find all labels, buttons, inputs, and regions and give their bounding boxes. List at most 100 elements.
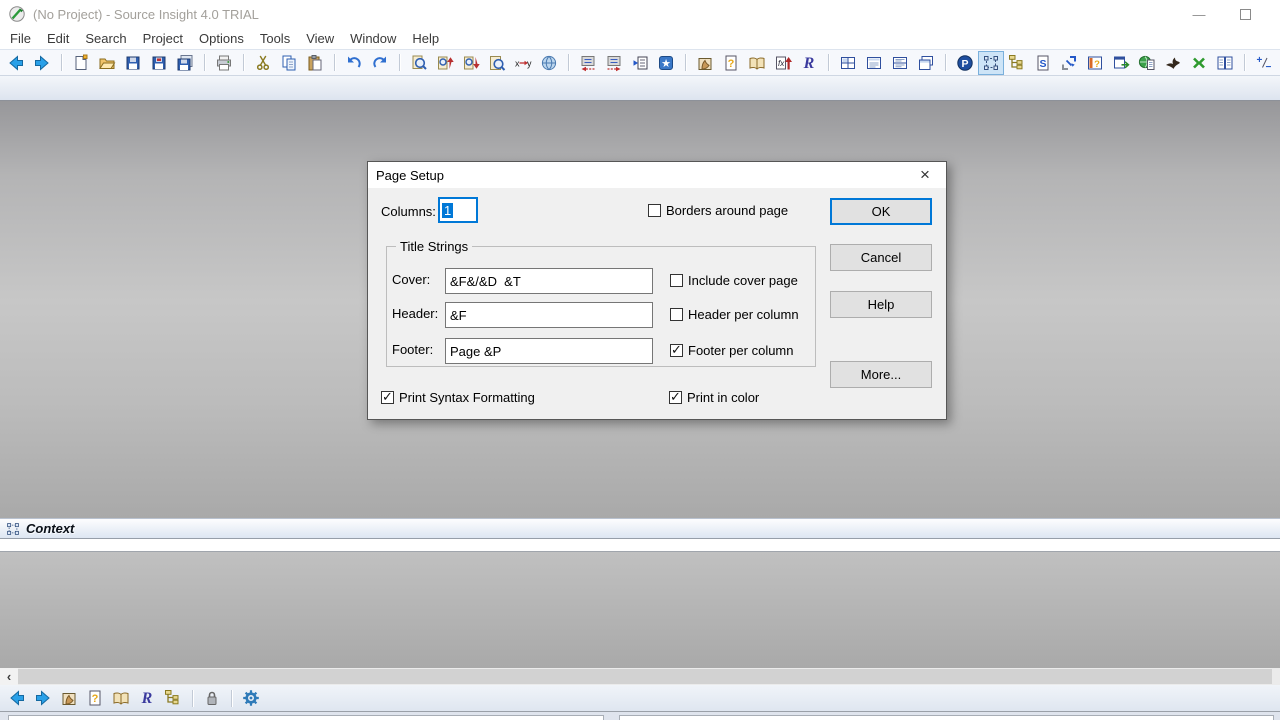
- menu-search[interactable]: Search: [77, 28, 134, 50]
- toolbar-separator: [243, 54, 244, 71]
- columns-label: Columns:: [381, 204, 436, 219]
- copy-icon[interactable]: [277, 52, 301, 74]
- toolbar-separator: [204, 54, 205, 71]
- minimize-icon[interactable]: —: [1184, 0, 1214, 28]
- columns-value: 1: [442, 203, 453, 218]
- menu-bar: FileEditSearchProjectOptionsToolsViewWin…: [0, 28, 1280, 50]
- columns-input[interactable]: 1: [438, 197, 478, 223]
- borders-around-page-checkbox[interactable]: Borders around page: [648, 203, 788, 218]
- menu-options[interactable]: Options: [191, 28, 252, 50]
- toolbar-separator: [192, 690, 193, 707]
- back-icon[interactable]: [4, 52, 28, 74]
- print-icon[interactable]: [212, 52, 236, 74]
- layout-split-icon[interactable]: [888, 52, 912, 74]
- layout-cascade-icon[interactable]: [914, 52, 938, 74]
- menu-tools[interactable]: Tools: [252, 28, 298, 50]
- function-up-icon[interactable]: fx: [771, 52, 795, 74]
- search-selection-icon[interactable]: [485, 52, 509, 74]
- select-block-icon[interactable]: [979, 52, 1003, 74]
- include-cover-page-checkbox[interactable]: Include cover page: [670, 273, 798, 288]
- help-doc-icon[interactable]: ?: [83, 687, 107, 709]
- close-icon[interactable]: ×: [904, 162, 946, 188]
- search-backward-icon[interactable]: [459, 52, 483, 74]
- new-file-icon[interactable]: [69, 52, 93, 74]
- shift-right-icon[interactable]: [602, 52, 626, 74]
- save-all-icon[interactable]: [173, 52, 197, 74]
- sync-arrows-icon[interactable]: [1187, 52, 1211, 74]
- tree-view-icon[interactable]: [1005, 52, 1029, 74]
- project-p-icon[interactable]: P: [953, 52, 977, 74]
- lock-icon[interactable]: [200, 687, 224, 709]
- checkbox-label: Print in color: [687, 390, 759, 405]
- footer-per-column-checkbox[interactable]: Footer per column: [670, 343, 794, 358]
- undo-icon[interactable]: [342, 52, 366, 74]
- forward-icon[interactable]: [30, 52, 54, 74]
- search-forward-icon[interactable]: [433, 52, 457, 74]
- shift-left-icon[interactable]: [576, 52, 600, 74]
- browse-mode-icon[interactable]: [693, 52, 717, 74]
- more-button[interactable]: More...: [830, 361, 932, 388]
- layout-grid-icon[interactable]: [836, 52, 860, 74]
- toolbar-separator: [828, 54, 829, 71]
- search-icon[interactable]: [407, 52, 431, 74]
- header-per-column-checkbox[interactable]: Header per column: [670, 307, 799, 322]
- window-switch-icon[interactable]: [1109, 52, 1133, 74]
- scroll-left-icon[interactable]: ‹: [0, 668, 18, 685]
- menu-help[interactable]: Help: [404, 28, 447, 50]
- favorites-icon[interactable]: ★: [654, 52, 678, 74]
- context-symbol-row: [0, 539, 1280, 552]
- layout-full-icon[interactable]: [862, 52, 886, 74]
- tree-view-icon[interactable]: [161, 687, 185, 709]
- help-doc-icon[interactable]: ?: [719, 52, 743, 74]
- cover-input[interactable]: &F&/&D &T: [445, 268, 653, 294]
- replace-icon[interactable]: xy: [511, 52, 535, 74]
- search-web-icon[interactable]: [537, 52, 561, 74]
- gear-icon[interactable]: [239, 687, 263, 709]
- maximize-icon[interactable]: [1230, 0, 1260, 28]
- header-input[interactable]: &F: [445, 302, 653, 328]
- back-icon[interactable]: [5, 687, 29, 709]
- ok-button[interactable]: OK: [830, 198, 932, 225]
- browse-mode-icon[interactable]: [57, 687, 81, 709]
- relation-window-icon[interactable]: R: [797, 52, 821, 74]
- menu-window[interactable]: Window: [342, 28, 404, 50]
- menu-view[interactable]: View: [298, 28, 342, 50]
- checkbox-box: [648, 204, 661, 217]
- context-panel-header[interactable]: Context: [0, 518, 1280, 539]
- cut-icon[interactable]: [251, 52, 275, 74]
- toolbar-separator: [61, 54, 62, 71]
- dialog-title-bar[interactable]: Page Setup: [368, 162, 946, 188]
- checkbox-box: [670, 344, 683, 357]
- save-as-icon[interactable]: [147, 52, 171, 74]
- print-syntax-formatting-checkbox[interactable]: Print Syntax Formatting: [381, 390, 535, 405]
- web-page-icon[interactable]: [1135, 52, 1159, 74]
- relation-window-icon[interactable]: R: [135, 687, 159, 709]
- toolbar-separator: [945, 54, 946, 71]
- scrollbar-track[interactable]: [18, 669, 1272, 684]
- svg-text:y: y: [527, 58, 532, 68]
- title-strings-legend: Title Strings: [396, 239, 472, 254]
- redo-icon[interactable]: [368, 52, 392, 74]
- cancel-button[interactable]: Cancel: [830, 244, 932, 271]
- symbol-book-icon[interactable]: [109, 687, 133, 709]
- plus-minus-icon[interactable]: +−: [1252, 52, 1276, 74]
- save-icon[interactable]: [121, 52, 145, 74]
- checkbox-label: Include cover page: [688, 273, 798, 288]
- footer-input[interactable]: Page &P: [445, 338, 653, 364]
- context-horizontal-scrollbar[interactable]: ‹: [0, 668, 1280, 685]
- jump-corners-icon[interactable]: [1057, 52, 1081, 74]
- menu-project[interactable]: Project: [135, 28, 191, 50]
- bird-icon[interactable]: [1161, 52, 1185, 74]
- open-icon[interactable]: [95, 52, 119, 74]
- calendar-help-icon[interactable]: ?: [1083, 52, 1107, 74]
- symbol-book-icon[interactable]: [745, 52, 769, 74]
- menu-edit[interactable]: Edit: [39, 28, 77, 50]
- forward-icon[interactable]: [31, 687, 55, 709]
- paste-icon[interactable]: [303, 52, 327, 74]
- help-button[interactable]: Help: [830, 291, 932, 318]
- symbol-doc-icon[interactable]: S: [1031, 52, 1055, 74]
- menu-file[interactable]: File: [2, 28, 39, 50]
- print-in-color-checkbox[interactable]: Print in color: [669, 390, 759, 405]
- goto-menu-icon[interactable]: [628, 52, 652, 74]
- compare-docs-icon[interactable]: [1213, 52, 1237, 74]
